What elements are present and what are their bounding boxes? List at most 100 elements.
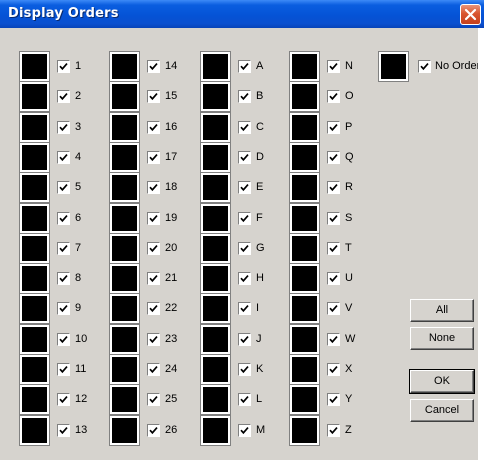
color-swatch[interactable] [19, 263, 50, 294]
order-checkbox[interactable] [327, 272, 340, 285]
color-swatch[interactable] [200, 51, 231, 82]
color-swatch[interactable] [109, 203, 140, 234]
order-checkbox[interactable] [327, 333, 340, 346]
no-order-checkbox[interactable] [418, 60, 431, 73]
color-swatch[interactable] [200, 172, 231, 203]
color-swatch[interactable] [200, 81, 231, 112]
order-checkbox[interactable] [327, 393, 340, 406]
order-checkbox[interactable] [147, 60, 160, 73]
order-checkbox[interactable] [327, 242, 340, 255]
order-checkbox[interactable] [147, 181, 160, 194]
order-checkbox[interactable] [327, 302, 340, 315]
color-swatch[interactable] [200, 203, 231, 234]
order-checkbox[interactable] [238, 151, 251, 164]
color-swatch[interactable] [19, 233, 50, 264]
color-swatch[interactable] [289, 142, 320, 173]
order-checkbox[interactable] [147, 121, 160, 134]
order-checkbox[interactable] [57, 424, 70, 437]
color-swatch[interactable] [19, 172, 50, 203]
color-swatch[interactable] [19, 415, 50, 446]
color-swatch[interactable] [19, 293, 50, 324]
order-checkbox[interactable] [238, 302, 251, 315]
color-swatch[interactable] [200, 415, 231, 446]
order-checkbox[interactable] [147, 272, 160, 285]
order-checkbox[interactable] [238, 242, 251, 255]
color-swatch[interactable] [109, 51, 140, 82]
order-checkbox[interactable] [57, 181, 70, 194]
order-checkbox[interactable] [147, 242, 160, 255]
order-checkbox[interactable] [238, 121, 251, 134]
close-button[interactable] [460, 4, 481, 25]
order-checkbox[interactable] [327, 212, 340, 225]
order-checkbox[interactable] [238, 181, 251, 194]
order-checkbox[interactable] [57, 363, 70, 376]
color-swatch[interactable] [200, 263, 231, 294]
color-swatch[interactable] [289, 233, 320, 264]
order-checkbox[interactable] [238, 60, 251, 73]
order-checkbox[interactable] [327, 181, 340, 194]
order-checkbox[interactable] [147, 90, 160, 103]
order-checkbox[interactable] [57, 212, 70, 225]
color-swatch[interactable] [109, 293, 140, 324]
order-checkbox[interactable] [57, 302, 70, 315]
order-checkbox[interactable] [238, 363, 251, 376]
color-swatch[interactable] [109, 142, 140, 173]
ok-button[interactable]: OK [409, 369, 475, 394]
color-swatch[interactable] [19, 203, 50, 234]
order-checkbox[interactable] [327, 121, 340, 134]
color-swatch[interactable] [289, 324, 320, 355]
color-swatch[interactable] [200, 293, 231, 324]
order-checkbox[interactable] [57, 60, 70, 73]
cancel-button[interactable]: Cancel [410, 399, 474, 422]
color-swatch[interactable] [19, 81, 50, 112]
order-checkbox[interactable] [57, 90, 70, 103]
color-swatch[interactable] [19, 354, 50, 385]
color-swatch[interactable] [109, 354, 140, 385]
order-checkbox[interactable] [238, 272, 251, 285]
color-swatch[interactable] [19, 51, 50, 82]
order-checkbox[interactable] [327, 151, 340, 164]
no-order-swatch[interactable] [378, 51, 409, 82]
order-checkbox[interactable] [238, 90, 251, 103]
order-checkbox[interactable] [327, 60, 340, 73]
order-checkbox[interactable] [147, 212, 160, 225]
order-checkbox[interactable] [57, 333, 70, 346]
order-checkbox[interactable] [238, 212, 251, 225]
order-checkbox[interactable] [147, 151, 160, 164]
color-swatch[interactable] [289, 293, 320, 324]
color-swatch[interactable] [289, 112, 320, 143]
color-swatch[interactable] [289, 384, 320, 415]
color-swatch[interactable] [109, 233, 140, 264]
color-swatch[interactable] [200, 324, 231, 355]
color-swatch[interactable] [19, 112, 50, 143]
color-swatch[interactable] [289, 203, 320, 234]
order-checkbox[interactable] [238, 424, 251, 437]
color-swatch[interactable] [19, 384, 50, 415]
none-button[interactable]: None [410, 327, 474, 350]
order-checkbox[interactable] [238, 393, 251, 406]
color-swatch[interactable] [19, 142, 50, 173]
order-checkbox[interactable] [147, 333, 160, 346]
all-button[interactable]: All [410, 299, 474, 322]
order-checkbox[interactable] [147, 363, 160, 376]
color-swatch[interactable] [19, 324, 50, 355]
color-swatch[interactable] [200, 112, 231, 143]
color-swatch[interactable] [289, 415, 320, 446]
order-checkbox[interactable] [327, 90, 340, 103]
order-checkbox[interactable] [238, 333, 251, 346]
color-swatch[interactable] [200, 354, 231, 385]
order-checkbox[interactable] [327, 424, 340, 437]
color-swatch[interactable] [109, 112, 140, 143]
color-swatch[interactable] [109, 263, 140, 294]
color-swatch[interactable] [200, 384, 231, 415]
order-checkbox[interactable] [147, 424, 160, 437]
color-swatch[interactable] [200, 233, 231, 264]
color-swatch[interactable] [289, 172, 320, 203]
color-swatch[interactable] [200, 142, 231, 173]
title-bar[interactable]: Display Orders [0, 0, 484, 28]
order-checkbox[interactable] [57, 151, 70, 164]
order-checkbox[interactable] [57, 272, 70, 285]
order-checkbox[interactable] [57, 393, 70, 406]
color-swatch[interactable] [289, 51, 320, 82]
order-checkbox[interactable] [57, 242, 70, 255]
